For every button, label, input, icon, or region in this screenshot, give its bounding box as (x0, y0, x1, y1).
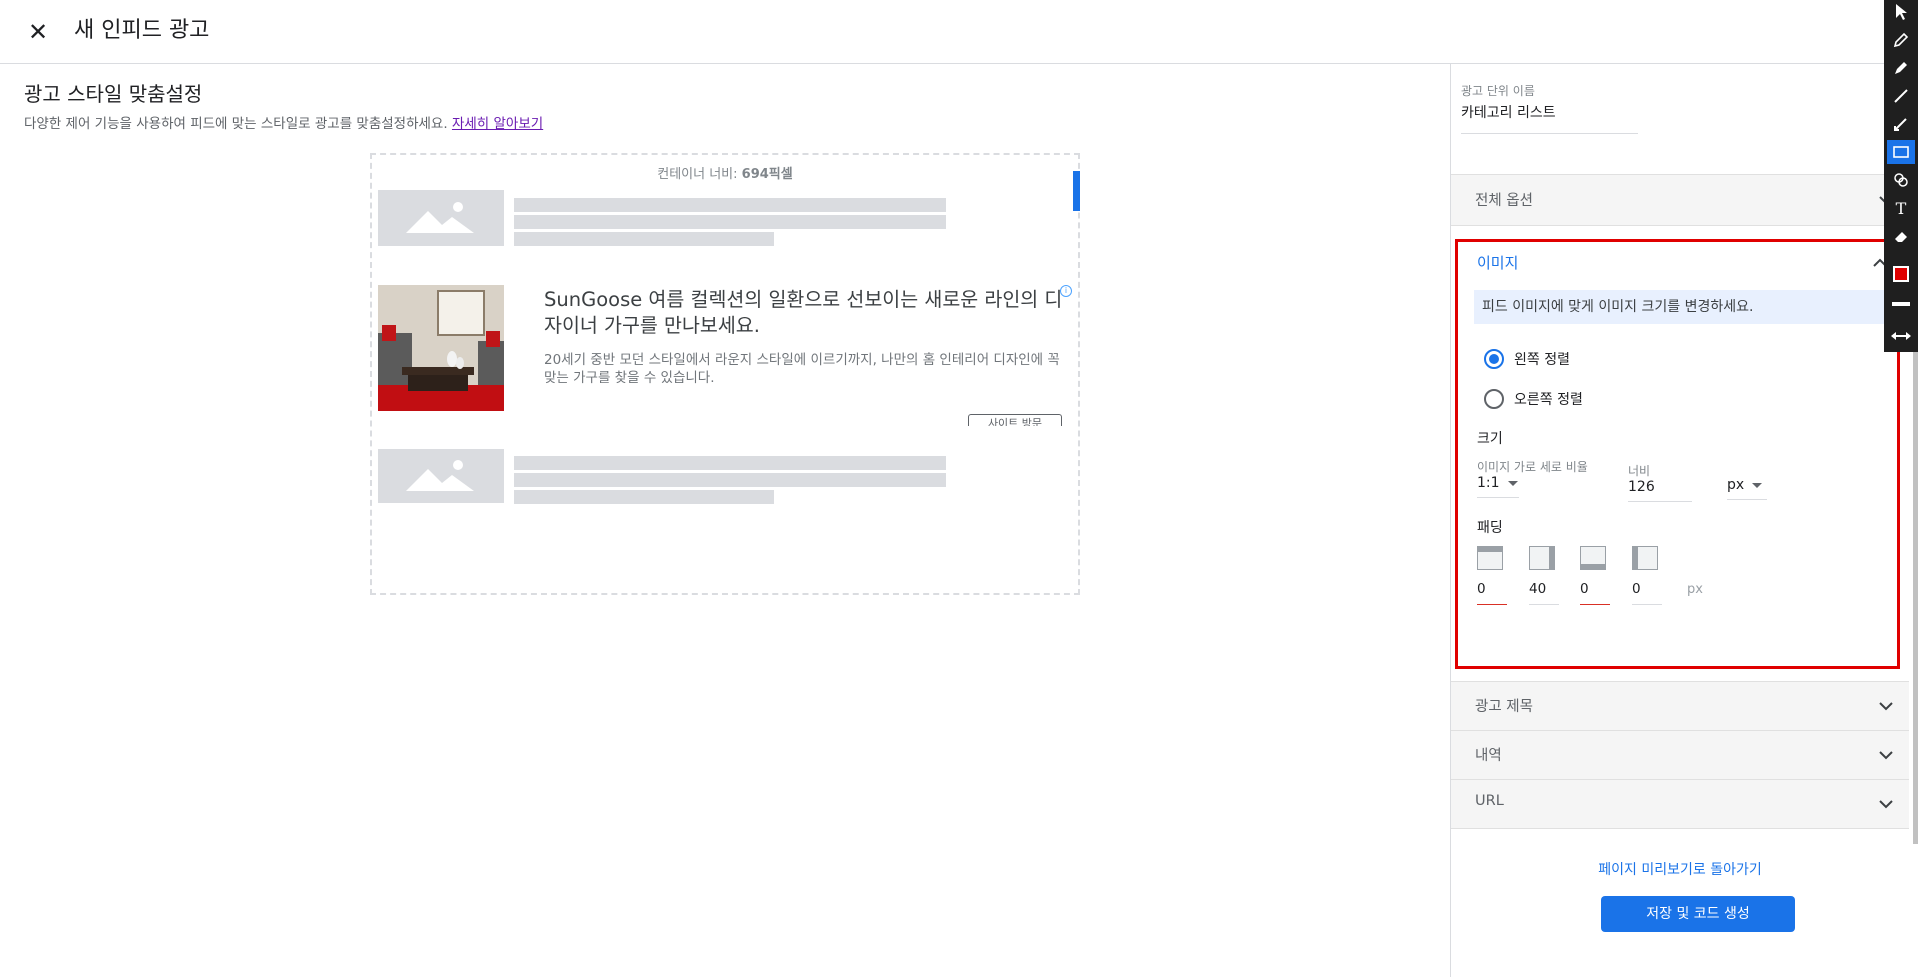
width-input[interactable]: 126 (1628, 476, 1692, 502)
accordion-all-options[interactable]: 전체 옵션 (1451, 174, 1909, 226)
text-icon[interactable]: T (1887, 196, 1915, 220)
aspect-ratio-select[interactable]: 1:1 (1477, 472, 1519, 498)
padding-top-input[interactable]: 0 (1477, 577, 1507, 605)
pointer-icon[interactable] (1887, 0, 1915, 24)
image-settings-section: 이미지 피드 이미지에 맞게 이미지 크기를 변경하세요. 왼쪽 정렬 오른쪽 … (1455, 239, 1904, 669)
arrow-icon[interactable] (1887, 112, 1915, 136)
padding-title: 패딩 (1477, 520, 1503, 536)
ad-preview: 컨테이너 너비: 694픽셀 i SunGoose 여름 컬렉션의 일환으로 선… (370, 153, 1080, 595)
padding-top-icon (1477, 546, 1503, 570)
placeholder-line (514, 198, 946, 212)
section-title: 광고 스타일 맞춤설정 (24, 82, 203, 106)
line-icon[interactable] (1887, 84, 1915, 108)
description-text: 다양한 제어 기능을 사용하여 피드에 맞는 스타일로 광고를 맞춤설정하세요. (24, 116, 448, 132)
ellipse-icon[interactable] (1887, 168, 1915, 192)
main-area: 광고 스타일 맞춤설정 다양한 제어 기능을 사용하여 피드에 맞는 스타일로 … (0, 64, 1450, 977)
accordion-image-label[interactable]: 이미지 (1477, 252, 1518, 273)
section-description: 다양한 제어 기능을 사용하여 피드에 맞는 스타일로 광고를 맞춤설정하세요.… (24, 112, 543, 132)
image-placeholder-icon (406, 202, 474, 233)
drawing-toolbar: T (1884, 0, 1918, 352)
page-title: 새 인피드 광고 (74, 18, 210, 43)
align-left-radio[interactable]: 왼쪽 정렬 (1484, 347, 1570, 371)
accordion-description[interactable]: 내역 (1451, 730, 1909, 780)
padding-right-input[interactable]: 40 (1529, 577, 1559, 605)
padding-bottom-input[interactable]: 0 (1580, 577, 1610, 605)
learn-more-link[interactable]: 자세히 알아보기 (452, 116, 543, 132)
image-placeholder-icon (406, 460, 474, 491)
color-swatch-icon[interactable] (1887, 262, 1915, 286)
padding-unit-label: px (1687, 582, 1703, 597)
image-info-message: 피드 이미지에 맞게 이미지 크기를 변경하세요. (1474, 290, 1904, 324)
container-width-label: 컨테이너 너비: 694픽셀 (372, 163, 1078, 182)
ad-title: SunGoose 여름 컬렉션의 일환으로 선보이는 새로운 라인의 디자이너 … (544, 288, 1063, 337)
accordion-ad-title-label: 광고 제목 (1475, 699, 1533, 715)
placeholder-image (378, 449, 504, 503)
dropdown-arrow-icon (1507, 480, 1518, 486)
chevron-down-icon (1879, 800, 1893, 809)
settings-panel: 광고 단위 이름 카테고리 리스트 전체 옵션 이미지 피드 이미지에 맞게 이… (1450, 64, 1918, 977)
unit-value: px (1727, 477, 1745, 493)
ad-cta-button[interactable]: 사이트 방문 (968, 414, 1062, 426)
radio-unchecked-icon (1484, 389, 1504, 409)
header: ✕ 새 인피드 광고 (0, 0, 1918, 64)
accordion-ad-title[interactable]: 광고 제목 (1451, 681, 1909, 731)
radio-checked-icon (1484, 349, 1504, 369)
dropdown-arrow-icon (1752, 482, 1763, 488)
accordion-url[interactable]: URL (1451, 779, 1909, 829)
unit-select[interactable]: px (1727, 474, 1767, 500)
padding-bottom-icon (1580, 546, 1606, 570)
placeholder-line (514, 215, 946, 229)
align-right-radio[interactable]: 오른쪽 정렬 (1484, 387, 1583, 411)
chevron-down-icon (1879, 702, 1893, 711)
size-title: 크기 (1477, 431, 1503, 447)
padding-left-input[interactable]: 0 (1632, 577, 1662, 605)
accordion-url-label: URL (1475, 793, 1504, 809)
ad-cta-label: 사이트 방문 (987, 417, 1043, 426)
padding-right-icon (1529, 546, 1555, 570)
eraser-icon[interactable] (1887, 224, 1915, 248)
resize-icon[interactable] (1887, 324, 1915, 348)
chevron-down-icon (1879, 751, 1893, 760)
placeholder-line (514, 456, 946, 470)
accordion-all-options-label: 전체 옵션 (1475, 193, 1533, 209)
panel-scrollbar[interactable] (1913, 344, 1918, 844)
accordion-description-label: 내역 (1475, 748, 1502, 764)
stroke-width-icon[interactable] (1887, 292, 1915, 316)
align-left-label: 왼쪽 정렬 (1514, 352, 1570, 368)
aspect-ratio-value: 1:1 (1477, 475, 1500, 491)
ad-image (378, 285, 504, 411)
ad-body: 20세기 중반 모던 스타일에서 라운지 스타일에 이르기까지, 나만의 홈 인… (544, 352, 1060, 386)
back-to-preview-link[interactable]: 페이지 미리보기로 돌아가기 (1451, 859, 1909, 879)
ad-unit-name-label: 광고 단위 이름 (1461, 84, 1535, 98)
placeholder-line (514, 232, 774, 246)
close-icon[interactable]: ✕ (22, 16, 54, 48)
align-right-label: 오른쪽 정렬 (1514, 392, 1583, 408)
container-width-text: 컨테이너 너비: (657, 167, 738, 182)
placeholder-line (514, 473, 946, 487)
padding-left-icon (1632, 546, 1658, 570)
container-width-value: 694픽셀 (741, 167, 793, 182)
ad-unit-name-input[interactable]: 카테고리 리스트 (1461, 102, 1638, 134)
pencil-icon[interactable] (1887, 28, 1915, 52)
marker-icon[interactable] (1887, 56, 1915, 80)
rectangle-icon[interactable] (1887, 140, 1915, 164)
preview-resize-handle[interactable] (1073, 171, 1080, 211)
save-and-generate-button[interactable]: 저장 및 코드 생성 (1601, 896, 1795, 932)
placeholder-line (514, 490, 774, 504)
placeholder-image (378, 190, 504, 246)
